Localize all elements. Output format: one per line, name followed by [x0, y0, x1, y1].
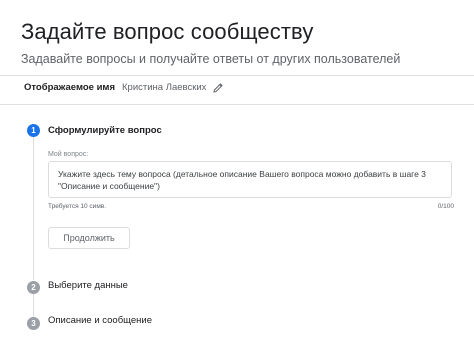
- header-divider: [0, 75, 474, 76]
- continue-button[interactable]: Продолжить: [48, 227, 130, 249]
- required-chars-hint: Требуется 10 симв.: [48, 203, 107, 210]
- ask-community-page: Задайте вопрос сообществу Задавайте вопр…: [0, 0, 474, 351]
- step-2-title[interactable]: Выберите данные: [48, 280, 128, 291]
- step-3-title[interactable]: Описание и сообщение: [48, 315, 152, 326]
- stepper-connector-1: [33, 137, 34, 280]
- step-3-badge: 3: [27, 317, 40, 330]
- display-name-label: Отображаемое имя: [24, 81, 116, 93]
- step-1-badge: 1: [27, 124, 40, 137]
- char-counter: 0/100: [437, 203, 454, 210]
- step-2-badge: 2: [27, 281, 40, 294]
- display-name-divider: [0, 104, 474, 105]
- pencil-icon[interactable]: [212, 81, 224, 93]
- question-input[interactable]: [48, 161, 452, 198]
- display-name-row: Отображаемое имя Кристина Лаевских: [24, 81, 224, 93]
- question-field-label: Мой вопрос:: [48, 151, 89, 158]
- display-name-value: Кристина Лаевских: [122, 81, 207, 93]
- page-subtitle: Задавайте вопросы и получайте ответы от …: [21, 52, 401, 66]
- page-title: Задайте вопрос сообществу: [21, 19, 314, 44]
- step-1-title: Сформулируйте вопрос: [48, 125, 162, 136]
- stepper-connector-2: [33, 294, 34, 317]
